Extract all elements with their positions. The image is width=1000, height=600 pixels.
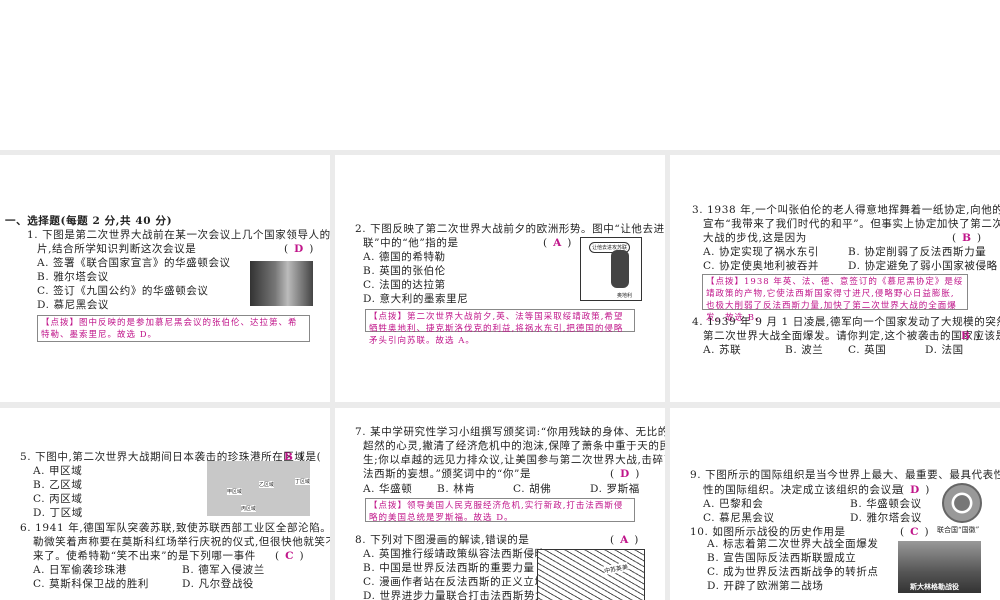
hint-box: 【点拨】领导美国人民克服经济危机,实行新政,打击法西斯侵略的美国总统是罗斯福。故… bbox=[365, 498, 635, 523]
option: C. 莫斯科保卫战的胜利 bbox=[33, 578, 150, 590]
option: A. 华盛顿 bbox=[363, 483, 413, 495]
option: C. 协定使奥地利被吞并 bbox=[703, 260, 820, 272]
question-6-line: 来了。使希特勒“笑不出来”的是下列哪一事件 bbox=[33, 550, 256, 562]
answer-3: (B) bbox=[952, 232, 982, 244]
option: A. 标志着第二次世界大战全面爆发 bbox=[707, 538, 879, 550]
option: D. 罗斯福 bbox=[590, 483, 640, 495]
question-2-line: 联”中的“他”指的是 bbox=[363, 237, 459, 249]
hint-box: 【点拨】第二次世界大战前夕,英、法等国采取绥靖政策,希望牺牲奥地利、捷克斯洛伐克… bbox=[365, 309, 635, 346]
answer-8: (A) bbox=[610, 534, 639, 546]
cartoon-image: 中苏英美 bbox=[537, 549, 645, 600]
option: B. 宣告国际反法西斯联盟成立 bbox=[707, 552, 857, 564]
cartoon-image: 让他去进攻苏联 奥地利 bbox=[580, 237, 642, 301]
option: B. 英国的张伯伦 bbox=[363, 265, 446, 277]
option: C. 成为世界反法西斯战争的转折点 bbox=[707, 566, 879, 578]
map-label: 丙区域 bbox=[241, 505, 257, 512]
answer-9: (D) bbox=[900, 484, 930, 496]
option: D. 意大利的墨索里尼 bbox=[363, 293, 469, 305]
question-9-line: 9. 下图所示的国际组织是当今世界上最大、最重要、最具代表性和权威 bbox=[690, 469, 1000, 481]
battle-photo: 斯大林格勒战役 bbox=[898, 541, 981, 593]
option: A. 巴黎和会 bbox=[703, 498, 764, 510]
map-label: 甲区域 bbox=[227, 488, 243, 495]
option: B. 林肯 bbox=[437, 483, 476, 495]
question-1-line: 1. 下图是第二次世界大战前在某一次会议上几个国家领导人的留影照 bbox=[27, 229, 330, 241]
option: A. 德国的希特勒 bbox=[363, 251, 446, 263]
answer-4: B) bbox=[961, 330, 980, 342]
option: B. 华盛顿会议 bbox=[850, 498, 922, 510]
option: C. 丙区域 bbox=[33, 493, 83, 505]
answer-6: (C) bbox=[275, 550, 304, 562]
emblem-caption: 联合国“国徽” bbox=[937, 526, 980, 534]
page-panel-1: 一、选择题(每题 2 分,共 40 分) 1. 下图是第二次世界大战前在某一次会… bbox=[0, 155, 330, 402]
option: A. 日军偷袭珍珠港 bbox=[33, 564, 127, 576]
option: A. 英国推行绥靖政策纵容法西斯侵略 bbox=[363, 548, 546, 560]
option: D. 雅尔塔会议 bbox=[850, 512, 923, 524]
option: B. 中国是世界反法西斯的重要力量 bbox=[363, 562, 535, 574]
question-1-line: 片,结合所学知识判断这次会议是 bbox=[37, 243, 197, 255]
section-heading: 一、选择题(每题 2 分,共 40 分) bbox=[5, 215, 173, 227]
world-map: 甲区域 乙区域 丙区域 丁区域 bbox=[207, 461, 311, 516]
answer-7: (D) bbox=[610, 468, 640, 480]
cartoon-label: 中苏英美 bbox=[603, 561, 629, 576]
question-6-line: 6. 1941 年,德国军队突袭苏联,致使苏联西部工业区全部沦陷。希特 bbox=[20, 522, 330, 534]
option: D. 慕尼黑会议 bbox=[37, 299, 110, 311]
answer-10: (C) bbox=[900, 526, 929, 538]
cartoon-figure bbox=[611, 250, 629, 288]
question-7-line: 7. 某中学研究性学习小组撰写颁奖词:“你用残缺的身体、无比的智慧、 bbox=[355, 426, 665, 438]
option: D. 开辟了欧洲第二战场 bbox=[707, 580, 824, 592]
answer-1: (D) bbox=[284, 243, 314, 255]
option: D. 世界进步力量联合打击法西斯势力 bbox=[363, 590, 547, 600]
page-panel-2: 2. 下图反映了第二次世界大战前夕的欧洲形势。图中“让他去进攻苏 联”中的“他”… bbox=[335, 155, 665, 402]
option: A. 苏联 bbox=[703, 344, 742, 356]
option: A. 甲区域 bbox=[33, 465, 83, 477]
option: B. 波兰 bbox=[785, 344, 824, 356]
option: C. 签订《九国公约》的华盛顿会议 bbox=[37, 285, 209, 297]
page-panel-3: 3. 1938 年,一个叫张伯伦的老人得意地挥舞着一纸协定,向他的人民 宣布“我… bbox=[670, 155, 1000, 402]
option: B. 协定削弱了反法西斯力量 bbox=[848, 246, 987, 258]
question-3-line: 大战的步伐,这是因为 bbox=[703, 232, 807, 244]
option: C. 胡佛 bbox=[513, 483, 552, 495]
question-7-line: 法西斯的妄想。”颁奖词中的“你”是 bbox=[363, 468, 532, 480]
question-9-line: 性的国际组织。决定成立该组织的会议是 bbox=[703, 484, 903, 496]
cartoon-label: 奥地利 bbox=[617, 293, 633, 299]
option: D. 法国 bbox=[925, 344, 964, 356]
question-7-line: 超然的心灵,撇清了经济危机中的泡沫,保障了萧条中重于天的民 bbox=[363, 440, 665, 452]
un-emblem bbox=[942, 483, 982, 523]
option: B. 德军入侵波兰 bbox=[182, 564, 265, 576]
map-label: 乙区域 bbox=[259, 481, 275, 488]
page-panel-4: 5. 下图中,第二次世界大战期间日本袭击的珍珠港所在区域是( B) A. 甲区域… bbox=[0, 408, 330, 600]
option: A. 协定实现了祸水东引 bbox=[703, 246, 819, 258]
hint-box: 【点拨】1938 年英、法、德、意签订的《慕尼黑协定》是绥靖政策的产物,它使法西… bbox=[702, 274, 968, 323]
option: C. 法国的达拉第 bbox=[363, 279, 446, 291]
option: C. 漫画作者站在反法西斯的正义立场 bbox=[363, 576, 546, 588]
question-3-line: 宣布“我带来了我们时代的和平”。但事实上协定加快了第二次世界 bbox=[703, 218, 1000, 230]
leaders-photo bbox=[250, 261, 313, 306]
option: B. 乙区域 bbox=[33, 479, 83, 491]
option: B. 雅尔塔会议 bbox=[37, 271, 109, 283]
question-8-line: 8. 下列对下图漫画的解读,错误的是 bbox=[355, 534, 530, 546]
option: A. 签署《联合国家宣言》的华盛顿会议 bbox=[37, 257, 231, 269]
option: D. 协定避免了弱小国家被侵略 bbox=[848, 260, 998, 272]
question-4-line: 4. 1939 年 9 月 1 日凌晨,德军向一个国家发动了大规模的突然袭击,导… bbox=[692, 316, 1000, 328]
photo-caption: 斯大林格勒战役 bbox=[910, 582, 959, 591]
hint-box: 【点拨】图中反映的是参加慕尼黑会议的张伯伦、达拉第、希特勒、墨索里尼。故选 D。 bbox=[37, 315, 310, 342]
option: C. 英国 bbox=[848, 344, 887, 356]
option: D. 凡尔登战役 bbox=[182, 578, 255, 590]
question-2-line: 2. 下图反映了第二次世界大战前夕的欧洲形势。图中“让他去进攻苏 bbox=[355, 223, 665, 235]
page-panel-5: 7. 某中学研究性学习小组撰写颁奖词:“你用残缺的身体、无比的智慧、 超然的心灵… bbox=[335, 408, 665, 600]
question-3-line: 3. 1938 年,一个叫张伯伦的老人得意地挥舞着一纸协定,向他的人民 bbox=[692, 204, 1000, 216]
option: D. 丁区域 bbox=[33, 507, 83, 519]
page-panel-6: 9. 下图所示的国际组织是当今世界上最大、最重要、最具代表性和权威 性的国际组织… bbox=[670, 408, 1000, 600]
question-7-line: 生;你以卓越的远见力排众议,让美国参与第二次世界大战,击碎了 bbox=[363, 454, 665, 466]
question-6-line: 勒微笑着声称要在莫斯科红场举行庆祝的仪式,但很快他就笑不出 bbox=[33, 536, 330, 548]
option: C. 慕尼黑会议 bbox=[703, 512, 775, 524]
map-label: 丁区域 bbox=[295, 478, 311, 485]
blank-top-area bbox=[0, 0, 1000, 150]
answer-2: (A) bbox=[543, 237, 572, 249]
